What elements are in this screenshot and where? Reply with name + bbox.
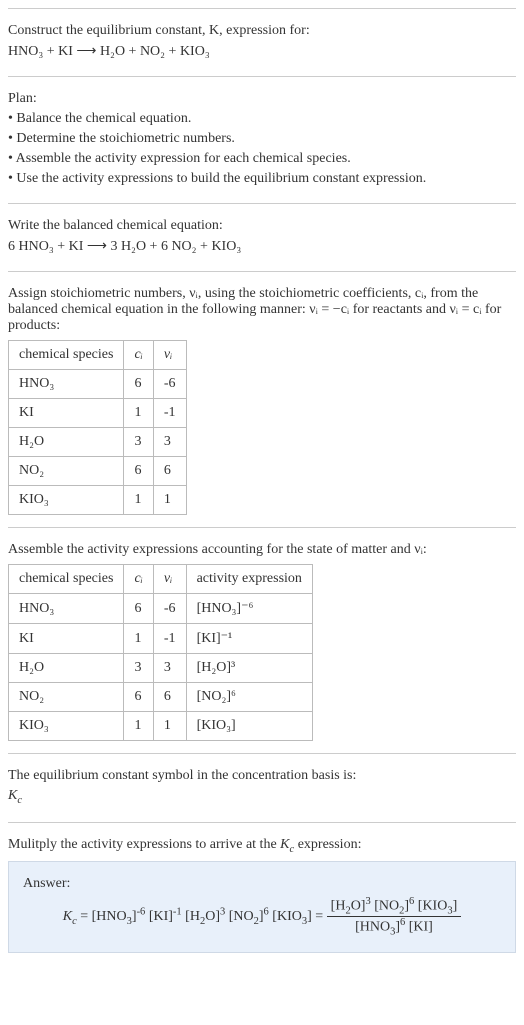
cell-c: 1 [124,712,153,741]
col-species: chemical species [9,341,124,370]
cell-v: -6 [153,594,186,624]
table-row: HNO₃ 6 -6 [HNO₃]⁻⁶ [9,594,313,624]
plan-bullet-2: • Determine the stoichiometric numbers. [8,131,516,147]
cell-v: 1 [153,712,186,741]
table-header-row: chemical species cᵢ νᵢ [9,341,187,370]
section-multiply: Mulitply the activity expressions to arr… [8,822,516,965]
cell-v: 6 [153,683,186,712]
table-row: NO₂ 6 6 [9,457,187,486]
plan-bullet-1: • Balance the chemical equation. [8,111,516,127]
cell-v: 1 [153,486,186,515]
cell-c: 6 [124,370,153,399]
multiply-line: Mulitply the activity expressions to arr… [8,837,516,855]
cell-v: -1 [153,399,186,428]
cell-c: 1 [124,486,153,515]
table-row: KI 1 -1 [KI]⁻¹ [9,624,313,654]
plan-bullet-4: • Use the activity expressions to build … [8,171,516,187]
cell-v: -6 [153,370,186,399]
cell-v: 6 [153,457,186,486]
cell-activity: [NO₂]⁶ [186,683,312,712]
intro-line: Construct the equilibrium constant, K, e… [8,23,516,39]
cell-activity: [H₂O]³ [186,654,312,683]
table-row: KI 1 -1 [9,399,187,428]
cell-species: KI [9,399,124,428]
stoich-table: chemical species cᵢ νᵢ HNO₃ 6 -6 KI 1 -1… [8,340,187,515]
cell-v: -1 [153,624,186,654]
cell-species: H₂O [9,428,124,457]
cell-activity: [HNO₃]⁻⁶ [186,594,312,624]
cell-v: 3 [153,654,186,683]
col-ci: cᵢ [124,565,153,594]
cell-species: NO₂ [9,457,124,486]
cell-species: KI [9,624,124,654]
section-stoich: Assign stoichiometric numbers, νᵢ, using… [8,271,516,527]
balanced-title: Write the balanced chemical equation: [8,218,516,234]
cell-species: HNO₃ [9,594,124,624]
answer-label: Answer: [23,876,501,892]
table-row: H₂O 3 3 [9,428,187,457]
table-row: HNO₃ 6 -6 [9,370,187,399]
stoich-intro: Assign stoichiometric numbers, νᵢ, using… [8,286,516,334]
intro-text: Construct the equilibrium constant, K, e… [8,23,310,38]
activity-table: chemical species cᵢ νᵢ activity expressi… [8,564,313,741]
intro-equation: HNO₃ + KI ⟶ H₂O + NO₂ + KIO₃ [8,43,516,60]
col-species: chemical species [9,565,124,594]
answer-fraction: [H2O]3 [NO2]6 [KIO3] [HNO3]6 [KI] [327,896,462,938]
cell-c: 3 [124,428,153,457]
answer-box: Answer: Kc = [HNO3]-6 [KI]-1 [H2O]3 [NO2… [8,861,516,953]
kc-symbol-line1: The equilibrium constant symbol in the c… [8,768,516,784]
cell-species: NO₂ [9,683,124,712]
table-row: KIO₃ 1 1 [KIO₃] [9,712,313,741]
cell-species: HNO₃ [9,370,124,399]
table-row: KIO₃ 1 1 [9,486,187,515]
table-header-row: chemical species cᵢ νᵢ activity expressi… [9,565,313,594]
answer-denominator: [HNO3]6 [KI] [327,917,462,937]
col-vi: νᵢ [153,565,186,594]
plan-title: Plan: [8,91,516,107]
cell-c: 6 [124,457,153,486]
cell-activity: [KIO₃] [186,712,312,741]
answer-expression: Kc = [HNO3]-6 [KI]-1 [H2O]3 [NO2]6 [KIO3… [23,896,501,938]
col-activity: activity expression [186,565,312,594]
section-intro: Construct the equilibrium constant, K, e… [8,8,516,76]
cell-c: 3 [124,654,153,683]
section-plan: Plan: • Balance the chemical equation. •… [8,76,516,203]
activity-intro: Assemble the activity expressions accoun… [8,542,516,558]
section-activity: Assemble the activity expressions accoun… [8,527,516,753]
cell-species: KIO₃ [9,486,124,515]
balanced-equation: 6 HNO₃ + KI ⟶ 3 H₂O + 6 NO₂ + KIO₃ [8,238,516,255]
cell-c: 6 [124,683,153,712]
cell-species: H₂O [9,654,124,683]
cell-c: 1 [124,399,153,428]
cell-c: 6 [124,594,153,624]
col-ci: cᵢ [124,341,153,370]
plan-bullet-3: • Assemble the activity expression for e… [8,151,516,167]
section-balanced: Write the balanced chemical equation: 6 … [8,203,516,271]
table-row: NO₂ 6 6 [NO₂]⁶ [9,683,313,712]
col-vi: νᵢ [153,341,186,370]
cell-species: KIO₃ [9,712,124,741]
kc-symbol-text: Kc [8,788,516,806]
answer-numerator: [H2O]3 [NO2]6 [KIO3] [327,896,462,917]
section-kc-symbol: The equilibrium constant symbol in the c… [8,753,516,822]
cell-c: 1 [124,624,153,654]
cell-v: 3 [153,428,186,457]
cell-activity: [KI]⁻¹ [186,624,312,654]
table-row: H₂O 3 3 [H₂O]³ [9,654,313,683]
